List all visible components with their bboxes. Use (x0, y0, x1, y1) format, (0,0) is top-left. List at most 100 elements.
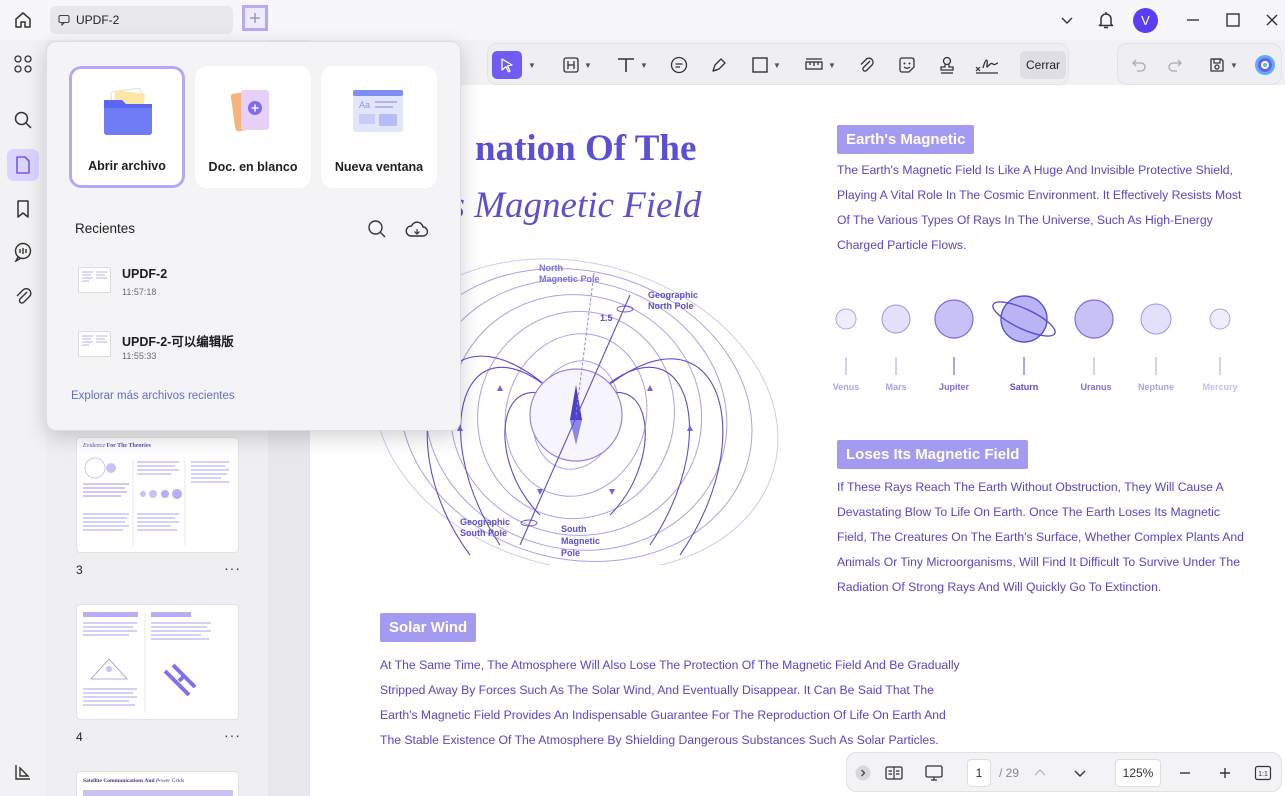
section-paragraph: At The Same Time, The Atmosphere Will Al… (380, 653, 980, 753)
pen-tool-icon[interactable] (706, 51, 732, 79)
annotation-toolbar: ▼ ▼ ▼ ▼ ▼ Cerrar (487, 43, 1069, 85)
undo-icon[interactable] (1128, 51, 1150, 79)
zoom-level-input[interactable]: 125% (1115, 759, 1161, 787)
recent-file-item[interactable]: UPDF-2 11:57:18 (75, 267, 435, 307)
diagram-label: North (539, 263, 563, 273)
section-heading: Earth's Magnetic (837, 125, 975, 154)
paragraph-line: Of The Various Types Of Rays In The Univ… (837, 213, 1213, 227)
explore-recent-files-link[interactable]: Explorar más archivos recientes (71, 390, 235, 402)
avatar[interactable]: V (1133, 8, 1158, 33)
diagram-label: North Pole (648, 301, 694, 311)
planets-illustration (835, 295, 1231, 375)
file-thumbnail (78, 331, 111, 357)
zoom-in-icon[interactable] (1213, 759, 1237, 787)
save-icon[interactable]: ▼ (1204, 51, 1242, 79)
maximize-icon[interactable] (1218, 5, 1248, 35)
chevron-up-icon[interactable] (1029, 759, 1051, 787)
paragraph-line: Animals Or Tiny Microorganisms, Will Fin… (837, 555, 1240, 569)
document-tab-label: UPDF-2 (76, 13, 120, 27)
thumbnail-caption: Evidence (83, 443, 105, 449)
more-options-icon[interactable]: ··· (224, 727, 241, 743)
page-navigation-bar: 1 / 29 125% 1:1 (846, 752, 1282, 792)
blank-document-label: Doc. en blanco (208, 160, 298, 174)
diagram-label: Magnetic Pole (539, 274, 600, 284)
select-tool-icon[interactable] (492, 51, 522, 79)
document-tab[interactable]: UPDF-2 (50, 6, 233, 34)
thumbnail-caption: Power Grids (155, 778, 185, 784)
comments-icon[interactable] (7, 236, 39, 268)
diagram-label: Geographic (460, 517, 511, 527)
apps-icon[interactable] (7, 48, 39, 80)
file-thumbnail (78, 267, 111, 293)
cloud-icon[interactable] (403, 217, 431, 241)
thumbnail-caption: For The Theories (106, 443, 151, 449)
comment-tool-icon[interactable] (666, 51, 692, 79)
highlight-tool-icon[interactable]: ▼ (558, 51, 596, 79)
recent-file-name: UPDF-2 (122, 267, 168, 281)
diagram-label: Geographic (648, 290, 699, 300)
bookmark-icon[interactable] (7, 193, 39, 225)
attachment-icon[interactable] (854, 51, 880, 79)
section-paragraph: The Earth's Magnetic Field Is Like A Hug… (837, 158, 1257, 258)
pages-icon[interactable] (7, 149, 39, 181)
page-number-input[interactable]: 1 (967, 759, 991, 787)
signature-tool-icon[interactable] (972, 51, 1002, 79)
blank-document-card[interactable]: Doc. en blanco (195, 66, 311, 188)
diagram-label: Magnetic (561, 536, 601, 546)
page-thumbnail-3[interactable]: Evidence For The Theories (76, 437, 239, 553)
search-icon[interactable] (365, 217, 389, 241)
redo-icon[interactable] (1164, 51, 1186, 79)
sticker-tool-icon[interactable] (894, 51, 920, 79)
paragraph-line: Stripped Away By Forces Such As The Sola… (380, 683, 934, 697)
new-window-label: Nueva ventana (334, 160, 424, 174)
home-icon[interactable] (8, 5, 38, 35)
new-window-card[interactable]: Aa Nueva ventana (321, 66, 437, 188)
layers-icon[interactable] (7, 756, 39, 788)
chevron-down-icon[interactable] (1052, 5, 1082, 35)
paragraph-line: Earth's Magnetic Field Provides An Indis… (380, 708, 946, 722)
actual-size-icon[interactable]: 1:1 (1251, 759, 1275, 787)
shape-tool-icon[interactable]: ▼ (746, 51, 786, 79)
paragraph-line: Field, The Creatures On The Earth's Surf… (837, 530, 1244, 544)
planet-label: Neptune (1138, 382, 1174, 392)
blank-document-icon (230, 90, 269, 132)
bell-icon[interactable] (1091, 5, 1121, 35)
diagram-label: South (561, 524, 587, 534)
folder-icon (104, 87, 152, 135)
text-tool-icon[interactable]: ▼ (612, 51, 652, 79)
zoom-out-icon[interactable] (1173, 759, 1197, 787)
attachment-icon[interactable] (7, 280, 39, 312)
close-window-icon[interactable] (1257, 5, 1285, 35)
diagram-angle-label: 1.5 (600, 313, 613, 323)
new-window-icon: Aa (353, 90, 403, 132)
minimize-icon[interactable] (1178, 5, 1208, 35)
chevron-down-icon[interactable] (1069, 759, 1091, 787)
more-options-icon[interactable]: ··· (224, 560, 241, 576)
presentation-icon[interactable] (921, 759, 947, 787)
total-pages-label: / 29 (998, 766, 1019, 780)
recent-file-time: 11:55:33 (122, 351, 157, 361)
planet-label: Mars (885, 382, 907, 392)
stamp-tool-icon[interactable] (934, 51, 960, 79)
page-title-line2: ’s Magnetic Field (443, 185, 702, 226)
collapse-bar-icon[interactable] (853, 759, 873, 787)
history-toolbar: ▼ (1117, 43, 1282, 85)
open-file-card[interactable]: Abrir archivo (67, 64, 187, 190)
paragraph-line: Playing A Vital Role In The Cosmic Envir… (837, 188, 1242, 202)
thumbnail-caption: Satellite Communications And (83, 778, 155, 784)
page-thumbnail-5[interactable]: Satellite Communications And Power Grids (76, 771, 239, 796)
page-layout-icon[interactable] (881, 759, 907, 787)
planet-label: Jupiter (938, 382, 969, 392)
page-thumbnail-4[interactable] (76, 604, 239, 720)
ai-assistant-icon[interactable] (1252, 51, 1278, 79)
page-number-4: 4 (76, 730, 83, 744)
comment-icon (58, 14, 70, 26)
paragraph-line: The Stable Existence Of The Atmosphere B… (380, 733, 939, 747)
recent-file-item[interactable]: UPDF-2-可以编辑版 11:55:33 (75, 331, 435, 371)
diagram-label: South Pole (460, 528, 507, 538)
close-tools-button[interactable]: Cerrar (1020, 51, 1066, 79)
chevron-down-icon[interactable]: ▼ (524, 51, 536, 79)
measure-tool-icon[interactable]: ▼ (800, 51, 840, 79)
search-icon[interactable] (7, 104, 39, 136)
new-tab-button[interactable] (242, 5, 268, 31)
